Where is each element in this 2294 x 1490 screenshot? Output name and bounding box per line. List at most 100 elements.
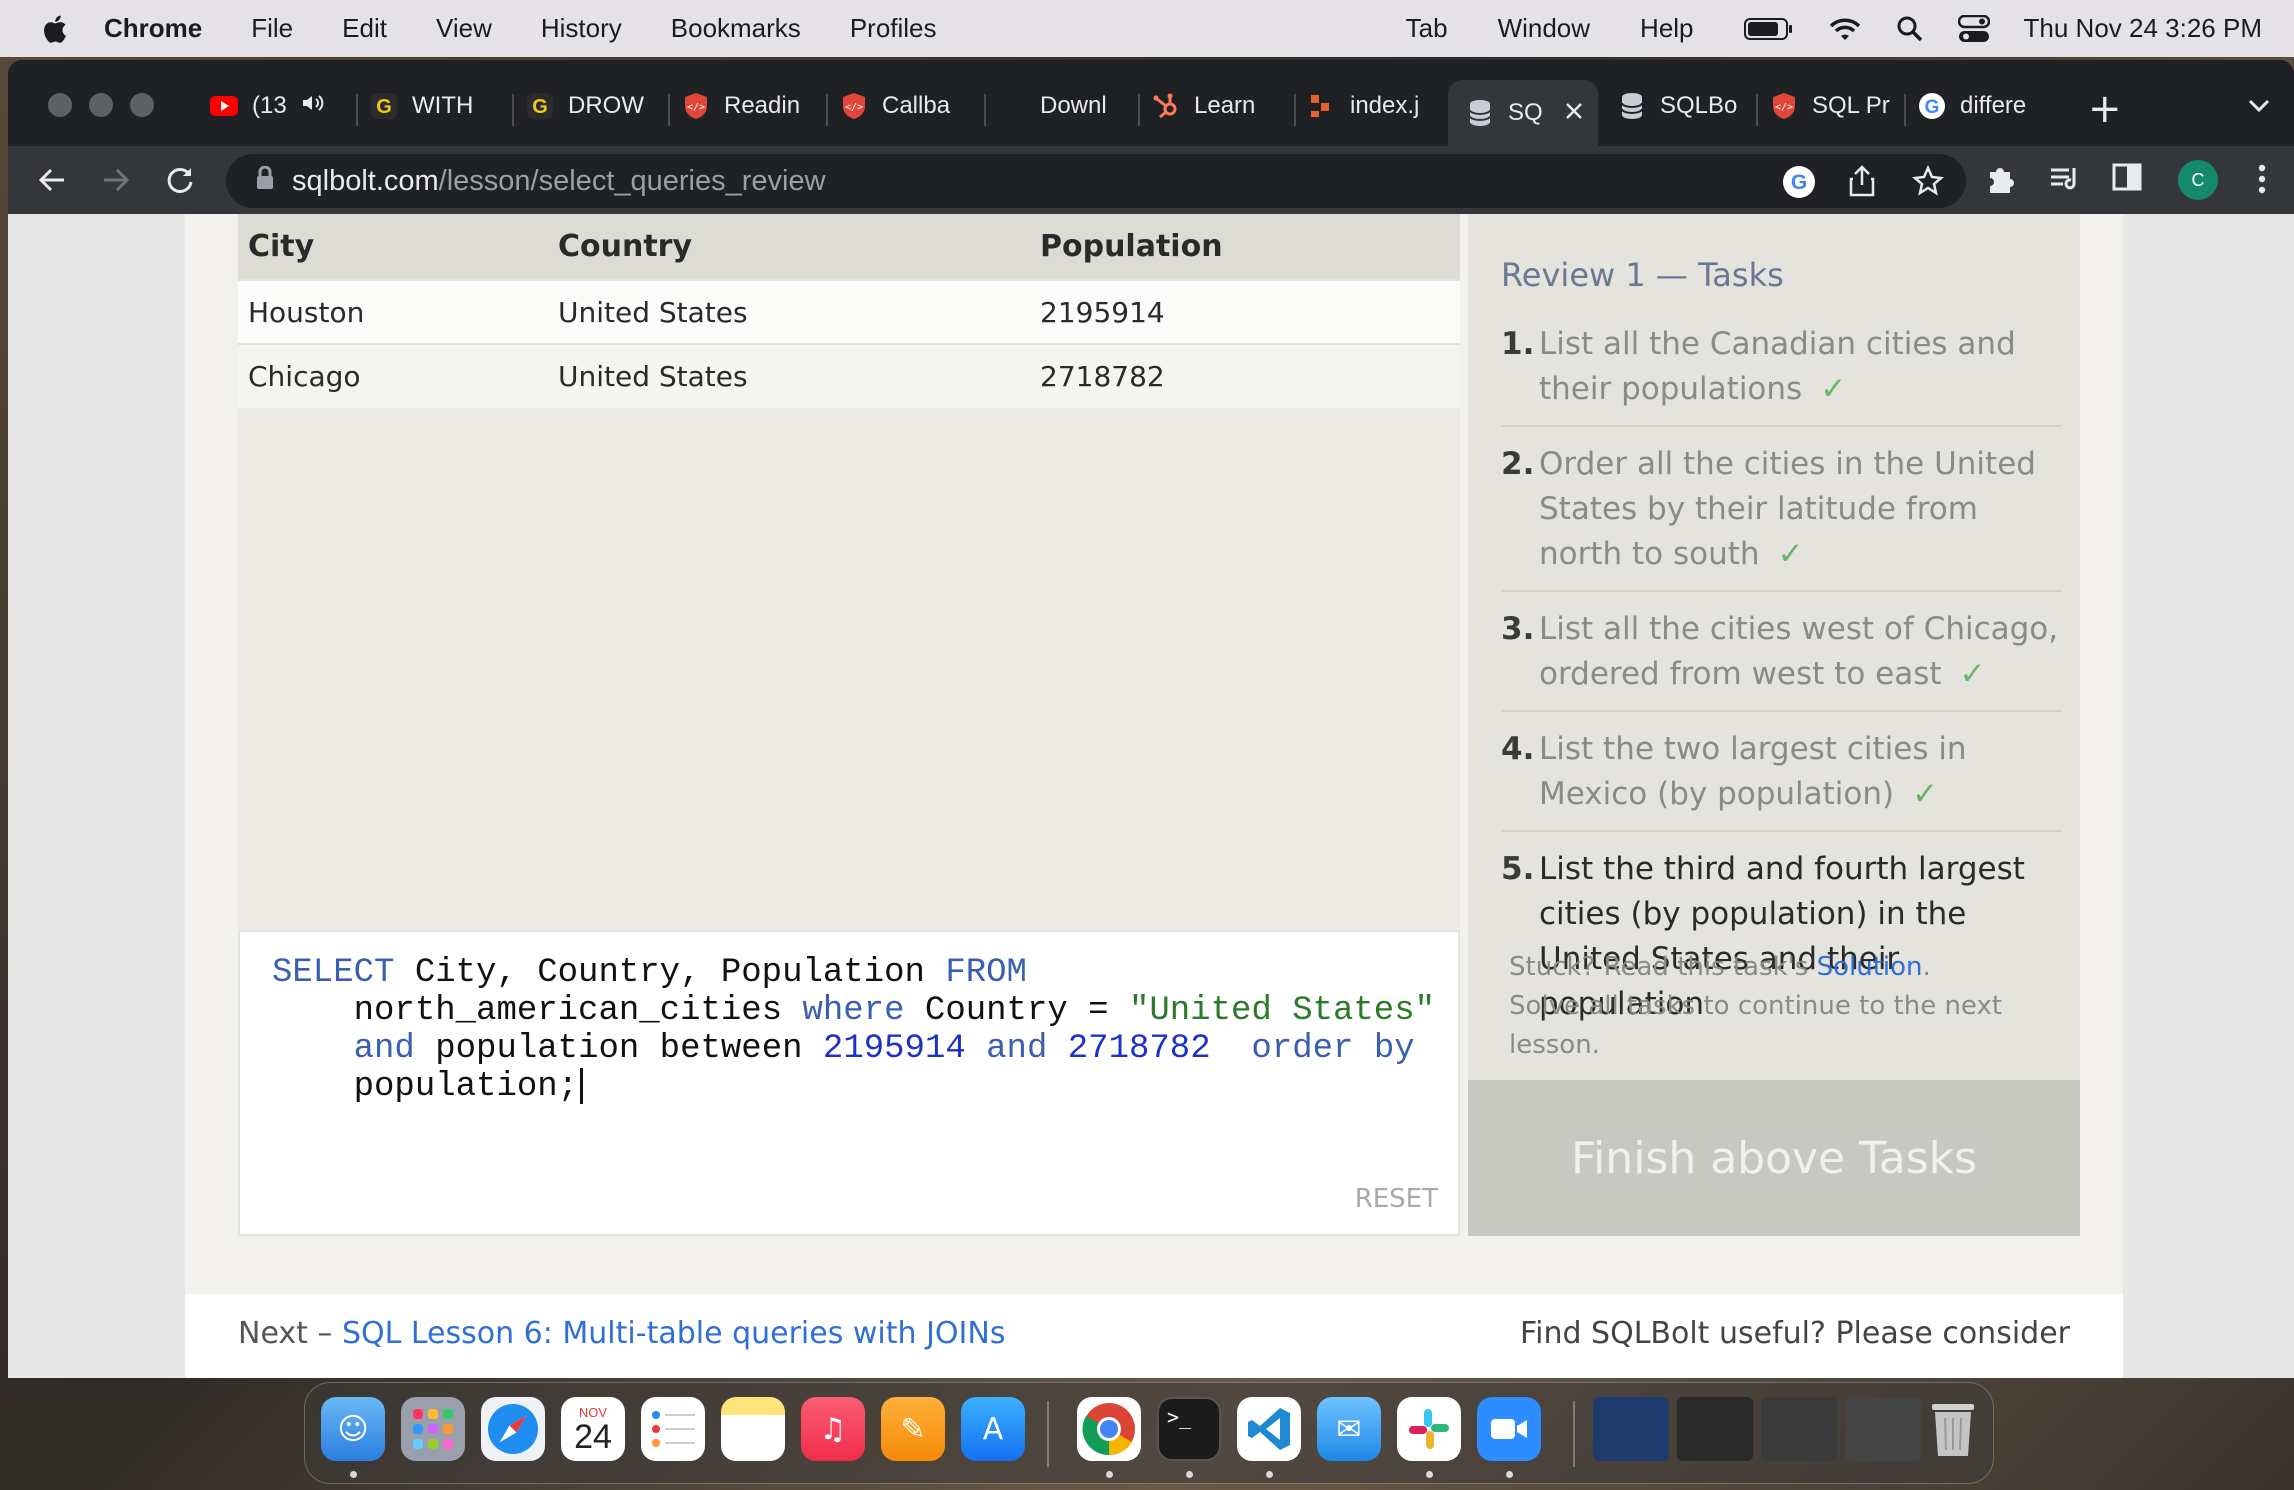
menu-profiles[interactable]: Profiles	[850, 13, 937, 44]
table-row: Chicago United States 2718782	[238, 343, 1460, 408]
reload-icon[interactable]	[164, 164, 196, 200]
vscode-icon[interactable]	[1237, 1397, 1301, 1461]
menu-clock[interactable]: Thu Nov 24 3:26 PM	[2024, 13, 2262, 44]
forward-arrow-icon[interactable]	[100, 164, 132, 200]
app-store-icon[interactable]: A	[961, 1397, 1025, 1461]
tab-drow[interactable]: G DROW	[526, 80, 656, 132]
spotlight-search-icon[interactable]	[1896, 15, 1924, 43]
sql-text: population between	[414, 1030, 823, 1068]
extensions-puzzle-icon[interactable]	[1984, 162, 2018, 200]
svg-text:G: G	[376, 96, 392, 118]
menu-help[interactable]: Help	[1640, 13, 1693, 44]
google-lens-icon[interactable]: G	[1782, 165, 1816, 207]
next-lesson-link[interactable]: SQL Lesson 6: Multi-table queries with J…	[342, 1316, 1006, 1351]
control-center-icon[interactable]	[1957, 14, 1990, 43]
notes-icon[interactable]	[721, 1397, 785, 1461]
menu-tab[interactable]: Tab	[1406, 13, 1448, 44]
menu-view[interactable]: View	[436, 13, 492, 44]
menu-app-name[interactable]: Chrome	[104, 13, 202, 44]
back-arrow-icon[interactable]	[36, 164, 68, 200]
page-icon	[998, 92, 1026, 120]
tab-sql-practice[interactable]: </> SQL Pr	[1770, 80, 1898, 132]
sql-text: population;	[353, 1068, 579, 1106]
task-text: List all the Canadian cities and their p…	[1539, 326, 2016, 407]
tab-difference[interactable]: G differe	[1918, 80, 2052, 132]
recent-window-thumbnail[interactable]	[1845, 1397, 1921, 1461]
tab-sqlbolt-active[interactable]: SQ	[1448, 80, 1598, 146]
safari-icon[interactable]	[481, 1397, 545, 1461]
cell-city: Houston	[238, 279, 548, 344]
tab-learn[interactable]: Learn	[1152, 80, 1282, 132]
new-tab-button[interactable]: +	[2088, 86, 2122, 132]
tab-youtube[interactable]: (13	[210, 80, 348, 132]
slack-icon[interactable]	[1397, 1397, 1461, 1461]
pages-icon[interactable]: ✎	[881, 1397, 945, 1461]
side-panel-icon[interactable]	[2112, 162, 2142, 196]
mail-icon[interactable]: ✉	[1317, 1397, 1381, 1461]
trash-icon[interactable]	[1921, 1397, 1985, 1461]
chrome-icon[interactable]	[1077, 1397, 1141, 1461]
lock-icon[interactable]	[256, 165, 274, 198]
bookmark-star-icon[interactable]	[1912, 164, 1944, 205]
share-icon[interactable]	[1848, 165, 1876, 205]
task-text: List the two largest cities in Mexico (b…	[1539, 731, 1967, 812]
sql-editor[interactable]: SELECT City, Country, Population FROM no…	[238, 930, 1460, 1236]
launchpad-icon[interactable]	[401, 1397, 465, 1461]
tab-label: differe	[1960, 92, 2027, 119]
menu-history[interactable]: History	[541, 13, 622, 44]
menu-file[interactable]: File	[251, 13, 293, 44]
tab-label: Readin	[724, 92, 801, 119]
tab-reading[interactable]: </> Readin	[682, 80, 814, 132]
menu-window[interactable]: Window	[1498, 13, 1590, 44]
finish-tasks-button[interactable]: Finish above Tasks	[1468, 1080, 2080, 1236]
recent-window-thumbnail[interactable]	[1677, 1397, 1753, 1461]
finder-icon[interactable]: ☺	[321, 1397, 385, 1461]
kebab-menu-icon[interactable]	[2256, 162, 2268, 200]
tab-search-chevron-icon[interactable]	[2248, 98, 2270, 117]
sql-keyword: and	[353, 1030, 415, 1068]
terminal-icon[interactable]: >_	[1157, 1397, 1221, 1461]
lesson-footer: Next – SQL Lesson 6: Multi-table queries…	[185, 1294, 2123, 1378]
maximize-window-button[interactable]	[130, 93, 154, 117]
tab-callback[interactable]: </> Callba	[840, 80, 980, 132]
tab-label: DROW	[568, 92, 644, 119]
zoom-icon[interactable]	[1477, 1397, 1541, 1461]
speaker-icon[interactable]	[301, 92, 325, 120]
solution-link[interactable]: Solution	[1817, 952, 1923, 982]
address-bar[interactable]: sqlbolt.com/lesson/select_queries_review…	[226, 154, 1966, 208]
sql-keyword: where	[802, 992, 905, 1030]
apple-logo-icon[interactable]	[40, 13, 68, 45]
browser-toolbar: sqlbolt.com/lesson/select_queries_review…	[8, 146, 2294, 214]
close-tab-icon[interactable]	[1565, 99, 1583, 127]
sql-code[interactable]: SELECT City, Country, Population FROM no…	[272, 954, 1435, 1106]
svg-text:</>: </>	[1775, 102, 1793, 113]
profile-avatar[interactable]: C	[2178, 160, 2218, 200]
reminders-icon[interactable]	[641, 1397, 705, 1461]
tab-label: index.j	[1350, 92, 1420, 119]
menu-bookmarks[interactable]: Bookmarks	[671, 13, 801, 44]
music-icon[interactable]: ♫	[801, 1397, 865, 1461]
code-shield-icon: </>	[1770, 92, 1798, 120]
menu-edit[interactable]: Edit	[342, 13, 387, 44]
reading-list-icon[interactable]	[2048, 162, 2082, 200]
help-line2: Solve all tasks to continue to the next …	[1509, 991, 2003, 1060]
tab-index[interactable]: index.j	[1308, 80, 1434, 132]
reset-button[interactable]: RESET	[1355, 1184, 1438, 1214]
url-host: sqlbolt.com	[292, 164, 439, 197]
checkmark-icon: ✓	[1959, 656, 1986, 692]
tab-with[interactable]: G WITH	[370, 80, 500, 132]
recent-window-thumbnail[interactable]	[1593, 1397, 1669, 1461]
battery-icon[interactable]	[1743, 17, 1794, 41]
recent-window-thumbnail[interactable]	[1761, 1397, 1837, 1461]
next-prefix: Next –	[238, 1316, 342, 1351]
wifi-icon[interactable]	[1828, 16, 1862, 42]
minimize-window-button[interactable]	[89, 93, 113, 117]
donate-prompt: Find SQLBolt useful? Please consider	[1520, 1316, 2070, 1351]
close-window-button[interactable]	[48, 93, 72, 117]
tab-sqlbolt[interactable]: SQLBo	[1618, 80, 1746, 132]
calendar-icon[interactable]: NOV 24	[561, 1397, 625, 1461]
google-icon: G	[1918, 92, 1946, 120]
tab-download[interactable]: Downl	[998, 80, 1136, 132]
cell-country: United States	[548, 279, 1030, 344]
task-number: 4.	[1501, 731, 1535, 767]
